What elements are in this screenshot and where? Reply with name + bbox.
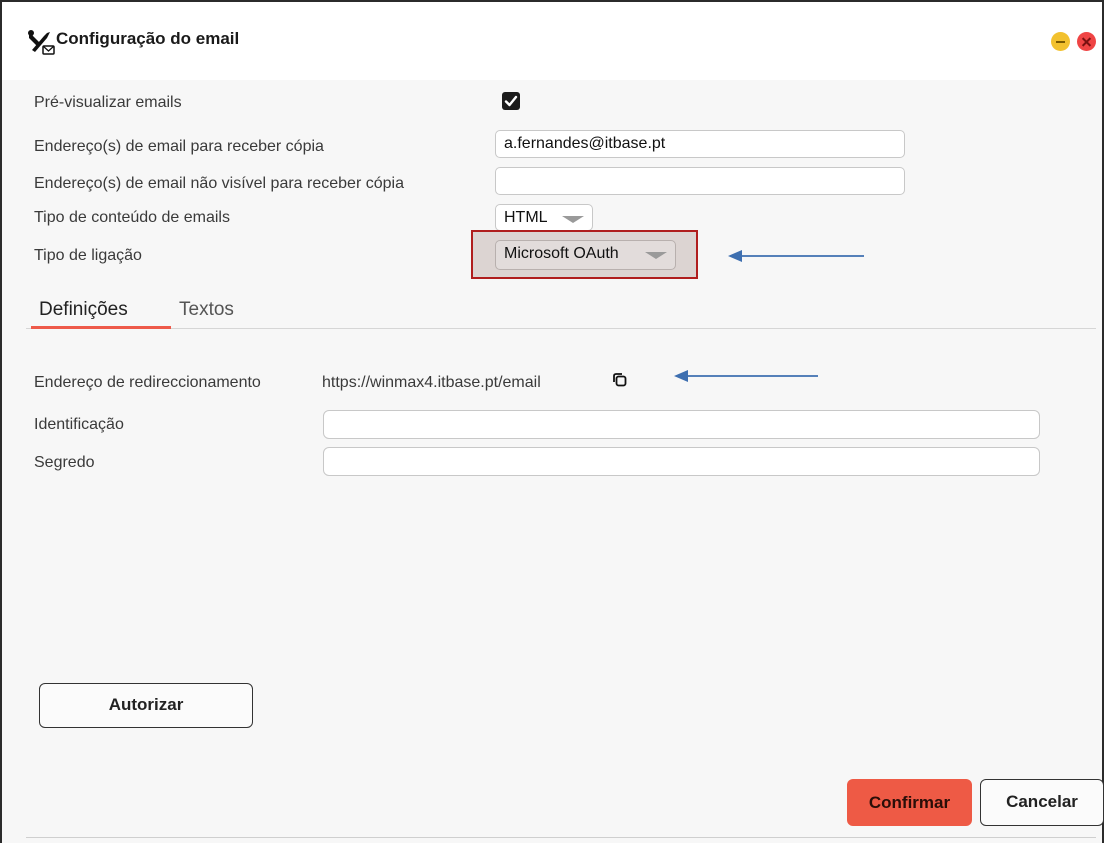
secret-label: Segredo (34, 454, 95, 471)
footer-divider (26, 837, 1096, 838)
content-type-value: HTML (504, 209, 548, 226)
annotation-arrow-left-icon (674, 370, 818, 382)
content-type-label: Tipo de conteúdo de emails (34, 209, 230, 226)
email-config-window: Configuração do email Pré-visualizar ema… (0, 0, 1104, 843)
redirect-url: https://winmax4.itbase.pt/email (322, 374, 541, 391)
confirm-button[interactable]: Confirmar (847, 779, 972, 826)
preview-emails-checkbox[interactable] (502, 92, 520, 110)
bcc-email-input[interactable] (495, 167, 905, 195)
cancel-button[interactable]: Cancelar (980, 779, 1104, 826)
preview-emails-label: Pré-visualizar emails (34, 94, 182, 111)
cc-email-input[interactable]: a.fernandes@itbase.pt (495, 130, 905, 158)
close-button[interactable] (1077, 32, 1096, 51)
active-tab-indicator (31, 326, 171, 329)
tab-divider (26, 328, 1096, 329)
title-bar: Configuração do email (2, 2, 1102, 80)
connection-type-select[interactable]: Microsoft OAuth (495, 240, 676, 270)
annotation-arrow-left-icon (728, 250, 864, 262)
identification-label: Identificação (34, 416, 124, 433)
minimize-button[interactable] (1051, 32, 1070, 51)
redirect-address-label: Endereço de redireccionamento (34, 374, 261, 391)
identification-input[interactable] (323, 410, 1040, 439)
tools-email-icon (28, 30, 55, 55)
checkmark-icon (504, 95, 518, 107)
copy-icon[interactable] (611, 371, 629, 389)
window-title: Configuração do email (56, 29, 240, 48)
secret-input[interactable] (323, 447, 1040, 476)
tab-textos[interactable]: Textos (179, 299, 234, 321)
connection-type-label: Tipo de ligação (34, 247, 142, 264)
chevron-down-icon (562, 216, 584, 223)
content-type-select[interactable]: HTML (495, 204, 593, 231)
cc-email-label: Endereço(s) de email para receber cópia (34, 138, 324, 155)
bcc-email-label: Endereço(s) de email não visível para re… (34, 175, 404, 192)
chevron-down-icon (645, 252, 667, 259)
tab-definicoes[interactable]: Definições (39, 299, 128, 321)
connection-type-value: Microsoft OAuth (504, 245, 619, 262)
authorize-button[interactable]: Autorizar (39, 683, 253, 728)
